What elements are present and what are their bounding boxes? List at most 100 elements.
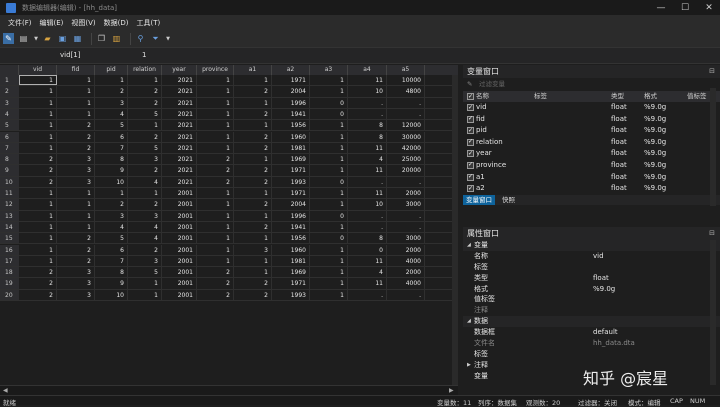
table-cell[interactable]: 1 <box>19 120 57 131</box>
table-cell[interactable]: 2021 <box>162 165 197 176</box>
menu-data[interactable]: 数据(D) <box>104 18 129 28</box>
table-cell[interactable]: 1 <box>197 199 234 210</box>
table-cell[interactable]: 2 <box>234 108 272 120</box>
variables-scrollbar[interactable] <box>710 88 716 206</box>
row-number[interactable]: 15 <box>0 233 19 244</box>
table-cell[interactable]: 4800 <box>387 86 425 97</box>
table-cell[interactable]: . <box>348 176 387 187</box>
table-cell[interactable]: 4 <box>95 108 128 120</box>
table-cell[interactable]: 2 <box>19 165 57 176</box>
table-cell[interactable]: 2001 <box>162 210 197 221</box>
row-number[interactable]: 9 <box>0 165 19 176</box>
table-cell[interactable]: 2 <box>57 142 95 154</box>
table-cell[interactable]: 11 <box>348 278 387 289</box>
table-cell[interactable]: 2 <box>128 97 162 108</box>
table-cell[interactable]: 10 <box>348 199 387 210</box>
table-cell[interactable]: . <box>348 108 387 120</box>
table-cell[interactable]: 1 <box>19 142 57 154</box>
table-cell[interactable]: 1 <box>197 75 234 86</box>
table-cell[interactable]: 1 <box>234 210 272 221</box>
table-cell[interactable]: 7 <box>95 142 128 154</box>
table-cell[interactable]: 4 <box>348 267 387 278</box>
table-cell[interactable]: 2 <box>57 120 95 131</box>
table-cell[interactable]: 1941 <box>272 221 310 233</box>
table-cell[interactable]: 2 <box>234 131 272 142</box>
table-cell[interactable]: 2 <box>128 199 162 210</box>
maximize-button[interactable]: ☐ <box>674 0 696 15</box>
table-cell[interactable]: . <box>348 221 387 233</box>
row-number[interactable]: 1 <box>0 75 19 86</box>
column-header-vid[interactable]: vid <box>19 65 57 75</box>
table-cell[interactable]: 8 <box>95 267 128 278</box>
row-number[interactable]: 4 <box>0 108 19 120</box>
table-cell[interactable]: 1 <box>197 255 234 267</box>
table-cell[interactable]: 5 <box>128 108 162 120</box>
chevron-down-icon[interactable]: ▼ <box>165 33 171 44</box>
row-number[interactable]: 6 <box>0 131 19 142</box>
table-cell[interactable]: 2 <box>234 278 272 289</box>
scroll-left-icon[interactable]: ◀ <box>3 387 8 394</box>
variable-checkbox[interactable]: ✓ <box>467 161 474 169</box>
table-cell[interactable]: 2 <box>57 255 95 267</box>
table-cell[interactable]: 2 <box>19 289 57 300</box>
table-cell[interactable]: 1 <box>19 108 57 120</box>
column-header-province[interactable]: province <box>197 65 234 75</box>
table-cell[interactable]: 1981 <box>272 142 310 154</box>
variable-row[interactable]: ✓ vid float %9.0g <box>463 102 720 114</box>
column-header-a3[interactable]: a3 <box>310 65 348 75</box>
table-cell[interactable]: 3000 <box>387 199 425 210</box>
table-cell[interactable]: 2 <box>57 244 95 255</box>
table-cell[interactable]: 8 <box>95 154 128 165</box>
table-cell[interactable]: 5 <box>95 233 128 244</box>
row-number[interactable]: 12 <box>0 199 19 210</box>
table-cell[interactable]: 25000 <box>387 154 425 165</box>
table-cell[interactable]: 1 <box>197 97 234 108</box>
browse-mode-icon[interactable]: ▤ <box>18 33 29 44</box>
grid-vertical-scrollbar[interactable] <box>452 75 458 385</box>
table-cell[interactable]: 2001 <box>162 255 197 267</box>
column-header-a4[interactable]: a4 <box>348 65 387 75</box>
table-cell[interactable]: 2021 <box>162 142 197 154</box>
table-cell[interactable]: 0 <box>348 244 387 255</box>
table-cell[interactable]: 1 <box>128 289 162 300</box>
table-cell[interactable]: 12000 <box>387 120 425 131</box>
table-cell[interactable]: 30000 <box>387 131 425 142</box>
table-cell[interactable]: 1 <box>197 221 234 233</box>
table-cell[interactable]: 1 <box>310 154 348 165</box>
pin-icon[interactable]: ⊟ <box>709 65 715 78</box>
table-cell[interactable]: 1 <box>19 199 57 210</box>
row-number[interactable]: 3 <box>0 97 19 108</box>
table-cell[interactable]: 1 <box>57 188 95 199</box>
variable-checkbox[interactable]: ✓ <box>467 104 474 111</box>
save-icon[interactable]: ▣ <box>57 33 68 44</box>
table-cell[interactable]: 1 <box>310 199 348 210</box>
table-cell[interactable]: 1 <box>234 255 272 267</box>
table-cell[interactable]: 3 <box>128 255 162 267</box>
table-cell[interactable]: 2 <box>197 267 234 278</box>
table-cell[interactable]: 4 <box>128 233 162 244</box>
table-cell[interactable]: 9 <box>95 165 128 176</box>
variable-row[interactable]: ✓ fid float %9.0g <box>463 114 720 126</box>
table-cell[interactable]: 1 <box>310 289 348 300</box>
property-row[interactable]: 文件名 hh_data.dta <box>463 338 720 349</box>
property-row[interactable]: 值标签 <box>463 294 720 305</box>
table-cell[interactable]: 1 <box>234 97 272 108</box>
table-cell[interactable]: 0 <box>310 108 348 120</box>
property-row[interactable]: 名称 vid <box>463 251 720 262</box>
table-cell[interactable]: 7 <box>95 255 128 267</box>
pin-icon[interactable]: ⊟ <box>709 227 715 240</box>
table-cell[interactable]: . <box>387 97 425 108</box>
table-cell[interactable]: 1 <box>197 210 234 221</box>
table-cell[interactable]: 2021 <box>162 176 197 187</box>
table-cell[interactable]: 1 <box>19 255 57 267</box>
table-cell[interactable]: 2 <box>95 86 128 97</box>
grid-corner[interactable] <box>0 65 19 75</box>
table-cell[interactable]: 5 <box>128 267 162 278</box>
table-cell[interactable]: 10 <box>348 86 387 97</box>
table-cell[interactable]: 2 <box>197 289 234 300</box>
variable-checkbox[interactable]: ✓ <box>467 138 474 146</box>
table-cell[interactable]: . <box>387 108 425 120</box>
table-cell[interactable]: 2000 <box>387 244 425 255</box>
table-cell[interactable]: 2000 <box>387 267 425 278</box>
table-cell[interactable]: 1 <box>197 233 234 244</box>
